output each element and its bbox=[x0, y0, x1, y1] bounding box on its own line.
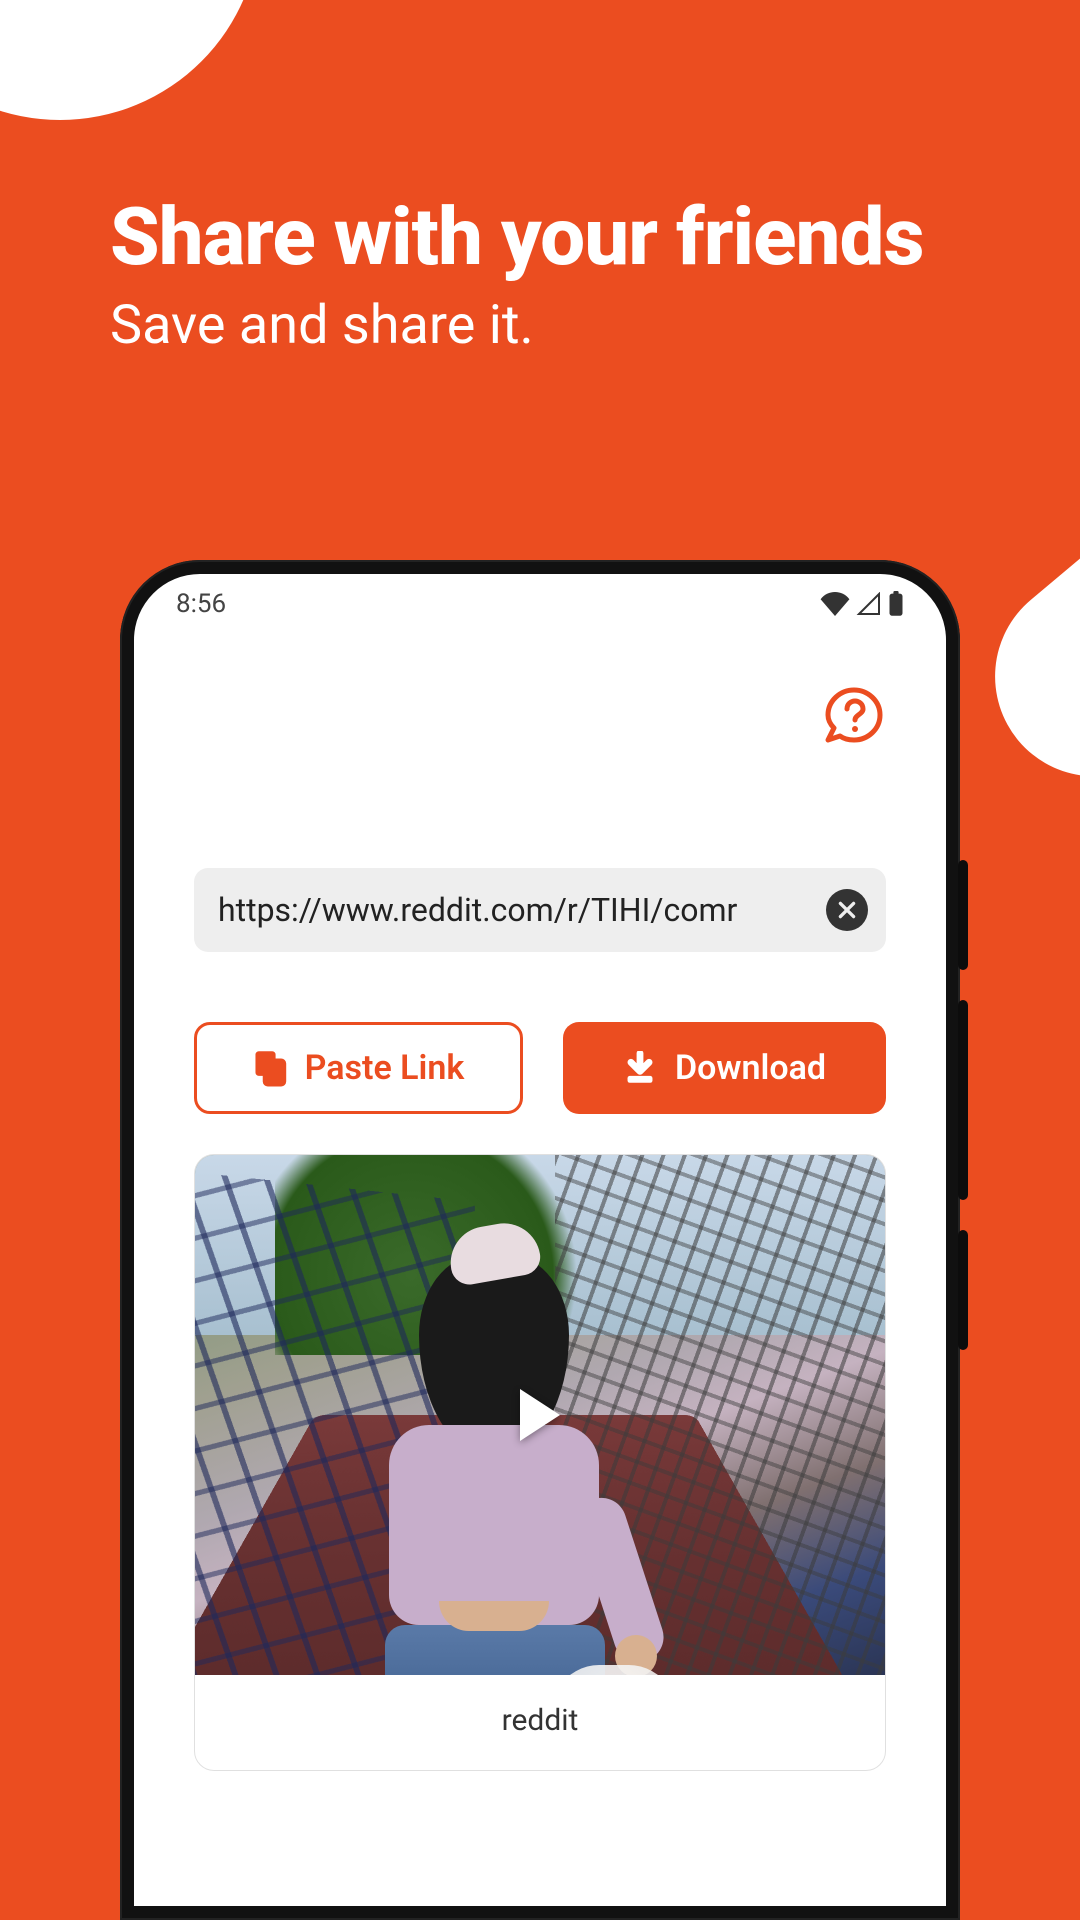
phone-side-button bbox=[958, 1000, 968, 1200]
status-time: 8:56 bbox=[176, 589, 226, 619]
download-button[interactable]: Download bbox=[563, 1022, 886, 1114]
phone-side-button bbox=[958, 1230, 968, 1350]
hero-text: Share with your friends Save and share i… bbox=[110, 190, 924, 357]
decorative-pill bbox=[954, 343, 1080, 818]
download-icon bbox=[623, 1051, 657, 1085]
phone-side-button bbox=[958, 860, 968, 970]
card-caption: reddit bbox=[195, 1675, 885, 1770]
phone-screen: 8:56 https://www.reddit.com/r/TIHI/comr bbox=[134, 574, 946, 1906]
play-icon bbox=[520, 1389, 560, 1441]
phone-frame: 8:56 https://www.reddit.com/r/TIHI/comr bbox=[120, 560, 960, 1920]
video-thumbnail[interactable] bbox=[195, 1155, 885, 1675]
wifi-icon bbox=[820, 592, 850, 616]
paste-link-button[interactable]: Paste Link bbox=[194, 1022, 523, 1114]
status-bar: 8:56 bbox=[134, 574, 946, 624]
download-label: Download bbox=[675, 1048, 826, 1088]
url-input[interactable]: https://www.reddit.com/r/TIHI/comr bbox=[194, 868, 886, 952]
url-value: https://www.reddit.com/r/TIHI/comr bbox=[218, 891, 812, 929]
battery-icon bbox=[888, 591, 904, 617]
hero-title: Share with your friends bbox=[110, 190, 924, 284]
result-card: reddit bbox=[194, 1154, 886, 1771]
hero-subtitle: Save and share it. bbox=[110, 294, 924, 357]
signal-icon bbox=[856, 592, 882, 616]
help-icon[interactable] bbox=[822, 684, 886, 748]
paste-icon bbox=[253, 1049, 287, 1087]
paste-link-label: Paste Link bbox=[305, 1048, 465, 1088]
decorative-circle bbox=[0, 0, 260, 120]
status-icons bbox=[820, 591, 904, 617]
close-icon bbox=[836, 899, 858, 921]
clear-input-button[interactable] bbox=[826, 889, 868, 931]
